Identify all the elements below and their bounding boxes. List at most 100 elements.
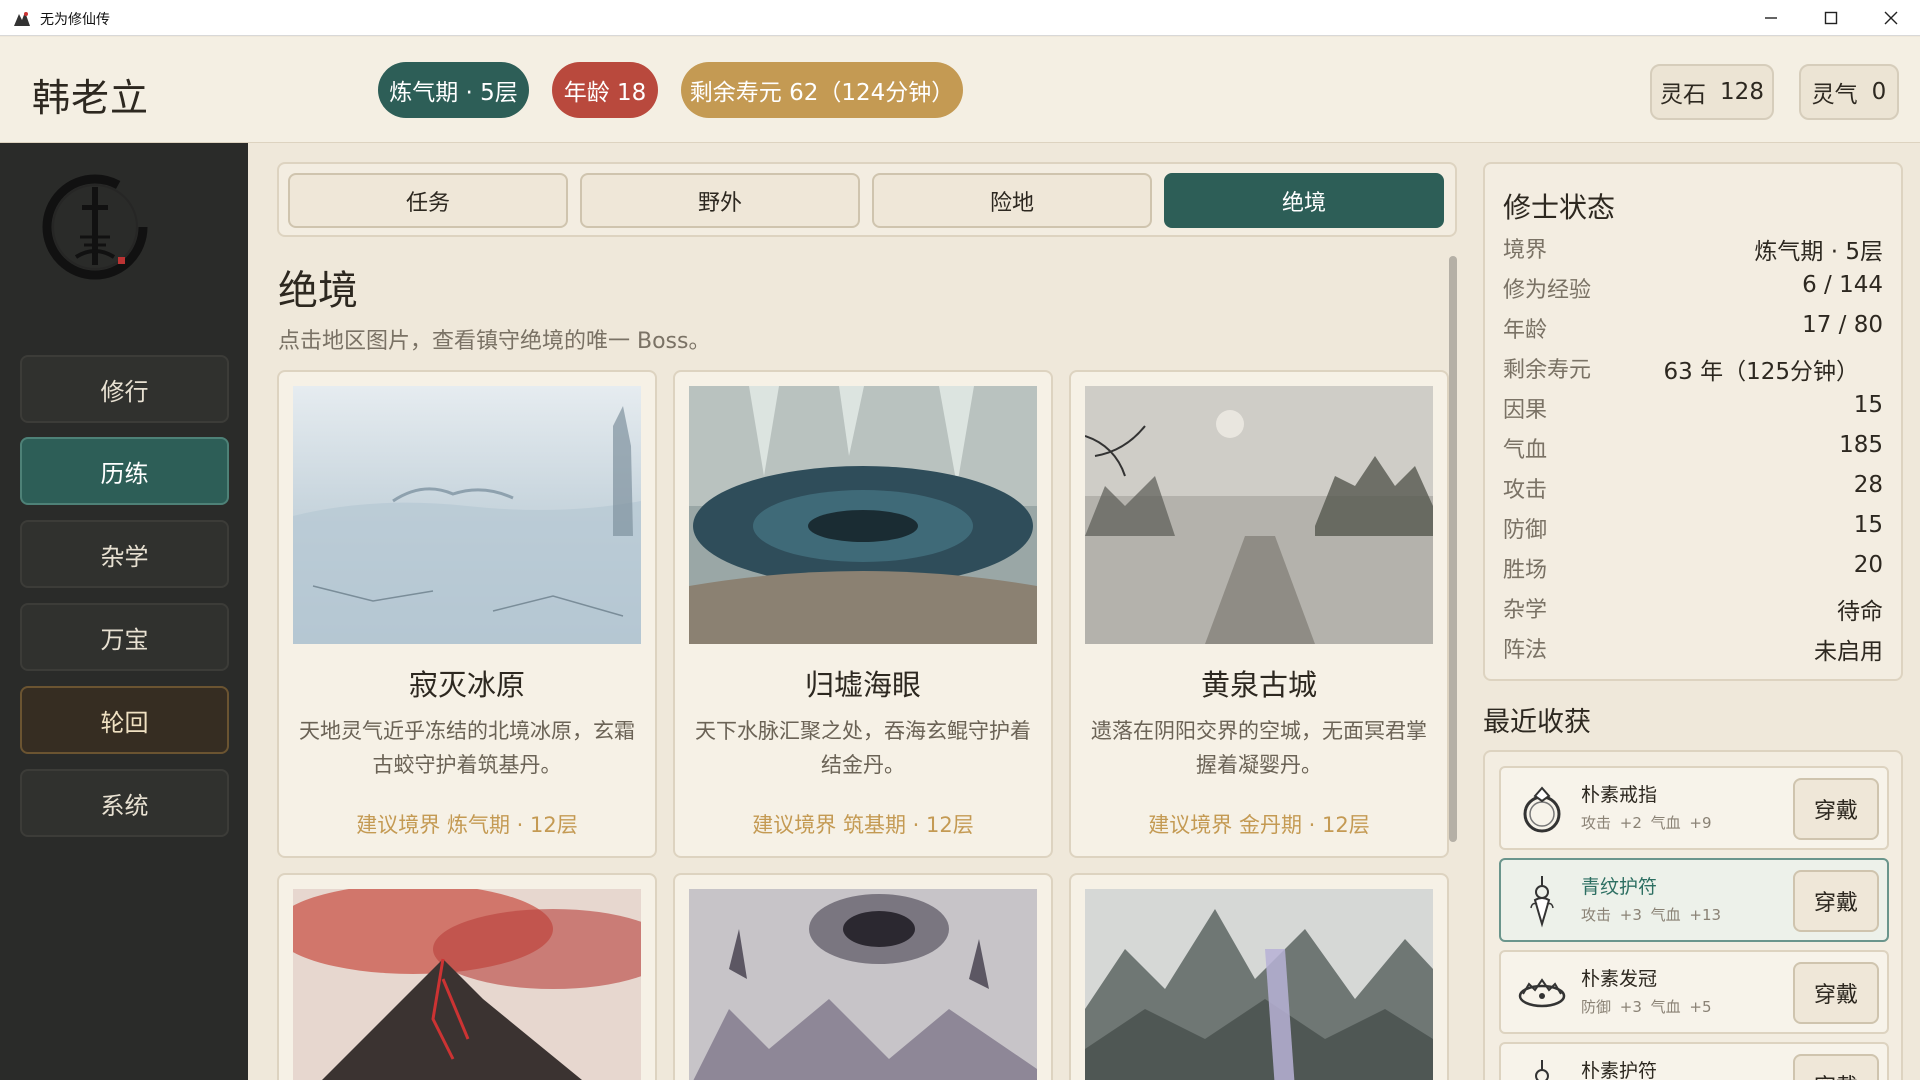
title-bar: 无为修仙传: [0, 0, 1920, 36]
minimize-icon: [1765, 17, 1777, 19]
status-key: 年龄: [1503, 318, 1548, 343]
status-key: 气血: [1503, 438, 1548, 463]
maximize-icon: [1824, 11, 1838, 25]
equip-button[interactable]: 穿戴: [1793, 870, 1879, 932]
status-key: 防御: [1503, 518, 1548, 543]
amulet-icon: [1535, 1060, 1549, 1080]
loot-item: 朴素发冠 防御 +3 气血 +5 穿戴: [1499, 950, 1889, 1034]
status-key: 阵法: [1503, 638, 1548, 663]
region-description: 天地灵气近乎冻结的北境冰原，玄霜古蛟守护着筑基丹。: [299, 719, 635, 777]
status-value: 15: [1853, 392, 1883, 418]
status-row: 胜场 20: [1503, 552, 1883, 583]
sect-logo-icon: [42, 174, 148, 280]
status-key: 胜场: [1503, 558, 1548, 583]
main-scrollbar[interactable]: [1449, 256, 1457, 842]
loot-item-name: 朴素戒指: [1581, 784, 1658, 806]
crown-icon: [1518, 978, 1566, 1008]
region-image-misty-valley[interactable]: [1085, 889, 1433, 1080]
sidebar-item-treasures[interactable]: 万宝: [20, 603, 229, 671]
status-key: 杂学: [1503, 598, 1548, 623]
sidebar-item-reincarnation[interactable]: 轮回: [20, 686, 229, 754]
status-row: 杂学 待命: [1503, 592, 1883, 625]
region-image-void-vortex[interactable]: [689, 889, 1037, 1080]
region-card[interactable]: [1069, 873, 1449, 1080]
sidebar-item-training[interactable]: 历练: [20, 437, 229, 505]
status-value: 6 / 144: [1802, 272, 1883, 298]
region-description: 遗落在阴阳交界的空城，无面冥君掌握着凝婴丹。: [1091, 719, 1427, 777]
status-row: 气血 185: [1503, 432, 1883, 463]
status-key: 修为经验: [1503, 278, 1592, 303]
loot-item-name: 朴素护符: [1581, 1060, 1658, 1080]
age-badge: 年龄 18: [552, 62, 658, 118]
region-card[interactable]: 寂灭冰原 天地灵气近乎冻结的北境冰原，玄霜古蛟守护着筑基丹。 建议境界 炼气期 …: [277, 370, 657, 858]
status-key: 因果: [1503, 398, 1548, 423]
spirit-stone-value: 128: [1720, 79, 1764, 105]
equip-button[interactable]: 穿戴: [1793, 778, 1879, 840]
tab-bar: 任务 野外 险地 绝境: [277, 162, 1457, 237]
region-name: 归墟海眼: [804, 668, 921, 702]
status-value: 17 / 80: [1802, 312, 1883, 338]
status-row: 阵法 未启用: [1503, 632, 1883, 665]
status-key: 境界: [1503, 238, 1548, 263]
spirit-stone-counter: 灵石 128: [1650, 64, 1774, 120]
status-title: 修士状态: [1503, 191, 1616, 224]
status-value: 未启用: [1814, 639, 1883, 665]
recommended-realm: 建议境界 金丹期 · 12层: [1148, 813, 1370, 837]
window-title: 无为修仙传: [40, 12, 110, 28]
tab-quests[interactable]: 任务: [288, 173, 568, 228]
tab-danger-zones[interactable]: 险地: [872, 173, 1152, 228]
status-row: 防御 15: [1503, 512, 1883, 543]
equip-button[interactable]: 穿戴: [1793, 1054, 1879, 1080]
sidebar-item-studies[interactable]: 杂学: [20, 520, 229, 588]
loot-item-stats: 攻击 +2 气血 +9: [1581, 814, 1712, 832]
cultivator-status-panel: 修士状态 境界 炼气期 · 5层 修为经验 6 / 144 年龄 17 / 80 剩余…: [1483, 162, 1903, 681]
status-value: 待命: [1837, 599, 1883, 625]
region-image-abyss-sea-eye[interactable]: [689, 386, 1037, 644]
status-value: 15: [1853, 512, 1883, 538]
equip-button[interactable]: 穿戴: [1793, 962, 1879, 1024]
region-description: 天下水脉汇聚之处，吞海玄鲲守护着结金丹。: [695, 719, 1031, 777]
status-row: 年龄 17 / 80: [1503, 312, 1883, 343]
region-card[interactable]: [277, 873, 657, 1080]
loot-item: 朴素护符 穿戴: [1499, 1042, 1889, 1080]
loot-item-stats: 防御 +3 气血 +5: [1581, 998, 1712, 1016]
loot-item-stats: 攻击 +3 气血 +13: [1581, 906, 1722, 924]
top-header: 韩老立 炼气期 · 5层 年龄 18 剩余寿元 62（124分钟） 灵石 128…: [0, 37, 1920, 143]
status-value: 炼气期 · 5层: [1754, 239, 1883, 265]
status-value: 20: [1853, 552, 1883, 578]
status-row: 因果 15: [1503, 392, 1883, 423]
minimize-button[interactable]: [1742, 0, 1800, 36]
lifespan-badge: 剩余寿元 62（124分钟）: [681, 62, 963, 118]
loot-item: 青纹护符 攻击 +3 气血 +13 穿戴: [1499, 858, 1889, 942]
tab-wilderness[interactable]: 野外: [580, 173, 860, 228]
recent-loot-title: 最近收获: [1483, 707, 1591, 738]
region-card[interactable]: [673, 873, 1053, 1080]
region-image-volcano[interactable]: [293, 889, 641, 1080]
status-key: 攻击: [1503, 478, 1548, 503]
tab-desperate-realms[interactable]: 绝境: [1164, 173, 1444, 228]
status-key: 剩余寿元: [1503, 358, 1592, 383]
amulet-icon: [1530, 876, 1554, 928]
region-image-ice-plain[interactable]: [293, 386, 641, 644]
region-image-underworld-city[interactable]: [1085, 386, 1433, 644]
status-row: 剩余寿元 63 年（125分钟）: [1503, 352, 1883, 385]
page-description: 点击地区图片，查看镇守绝境的唯一 Boss。: [278, 329, 711, 354]
status-value: 185: [1839, 432, 1883, 458]
close-button[interactable]: [1862, 0, 1920, 36]
recent-loot-panel: 朴素戒指 攻击 +2 气血 +9 穿戴 青纹护符 攻击 +3 气血 +13 穿戴…: [1483, 750, 1903, 1080]
close-icon: [1884, 11, 1898, 25]
spirit-qi-value: 0: [1871, 79, 1887, 105]
sidebar-item-cultivation[interactable]: 修行: [20, 355, 229, 423]
spirit-stone-label: 灵石: [1660, 82, 1707, 108]
maximize-button[interactable]: [1802, 0, 1860, 36]
spirit-qi-label: 灵气: [1811, 82, 1858, 108]
loot-item: 朴素戒指 攻击 +2 气血 +9 穿戴: [1499, 766, 1889, 850]
region-card[interactable]: 黄泉古城 遗落在阴阳交界的空城，无面冥君掌握着凝婴丹。 建议境界 金丹期 · 1…: [1069, 370, 1449, 858]
app-logo-icon: [12, 8, 32, 28]
region-name: 寂灭冰原: [408, 668, 525, 702]
sidebar-item-system[interactable]: 系统: [20, 769, 229, 837]
region-card[interactable]: 归墟海眼 天下水脉汇聚之处，吞海玄鲲守护着结金丹。 建议境界 筑基期 · 12层: [673, 370, 1053, 858]
ring-icon: [1523, 786, 1561, 833]
sidebar: 修行 历练 杂学 万宝 轮回 系统: [0, 143, 248, 1080]
page-title: 绝境: [278, 268, 358, 314]
